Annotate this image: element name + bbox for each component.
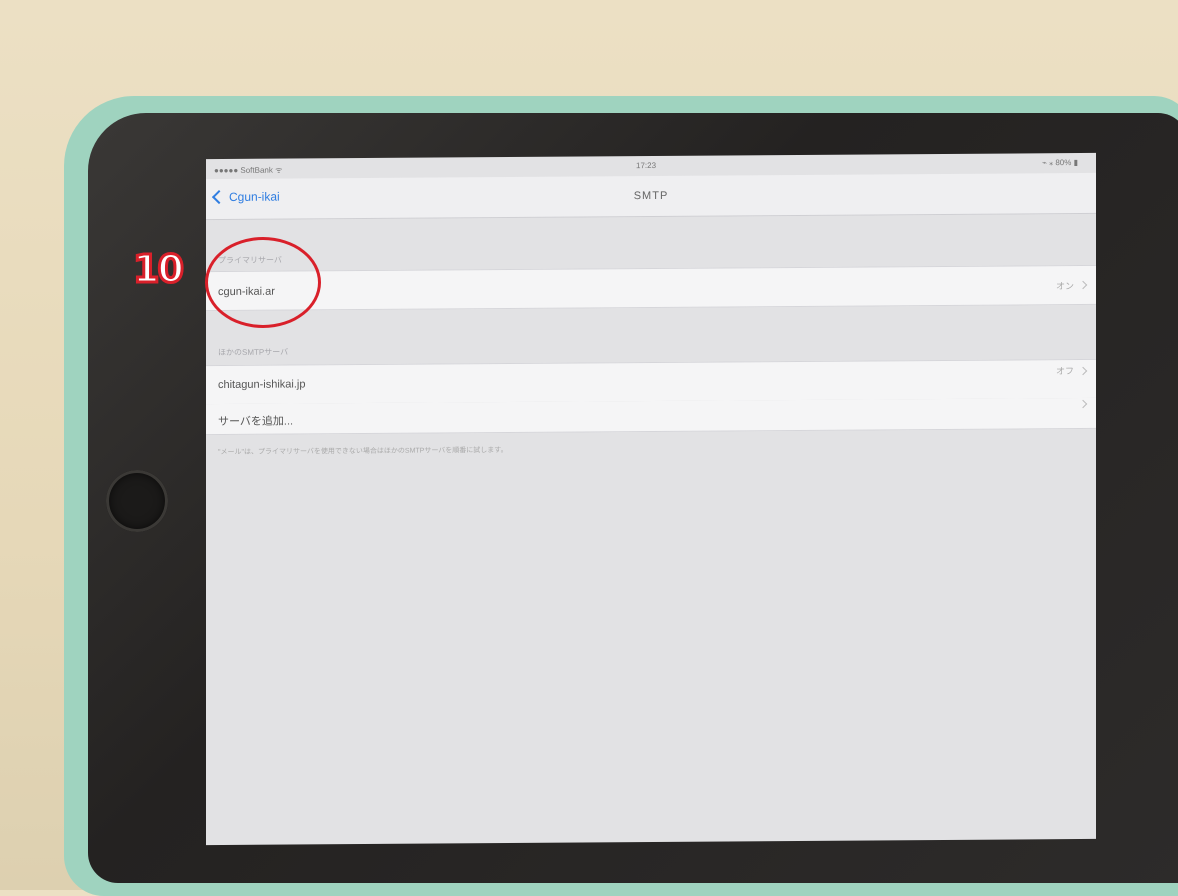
annotation-number: 10 bbox=[132, 246, 186, 293]
primary-server-status: オン bbox=[1055, 281, 1074, 292]
chevron-right-icon bbox=[1078, 366, 1088, 376]
navigation-bar: Cgun-ikai SMTP bbox=[206, 172, 1096, 221]
chevron-right-icon bbox=[1078, 280, 1088, 290]
add-server-label: サーバを追加... bbox=[218, 415, 294, 429]
battery-indicator: ⌁ ⁎ 80% ▮ bbox=[1042, 158, 1078, 168]
carrier-label: ●●●●● SoftBank ᯤ bbox=[214, 165, 283, 176]
primary-server-row[interactable]: cgun-ikai.ar オン bbox=[206, 264, 1096, 312]
chevron-right-icon bbox=[1078, 399, 1088, 409]
page-title: SMTP bbox=[633, 189, 669, 203]
other-server-name: chitagun-ishikai.jp bbox=[218, 378, 306, 392]
other-server-status: オフ bbox=[1055, 366, 1074, 377]
status-time: 17:23 bbox=[636, 160, 657, 171]
screen: ●●●●● SoftBank ᯤ 17:23 ⌁ ⁎ 80% ▮ Cgun-ik… bbox=[206, 152, 1096, 846]
annotation-circle bbox=[205, 237, 321, 328]
other-servers-header: ほかのSMTPサーバ bbox=[218, 347, 289, 358]
home-button[interactable] bbox=[106, 470, 168, 532]
footer-note: "メール"は、プライマリサーバを使用できない場合はほかのSMTPサーバを順番に試… bbox=[218, 447, 508, 457]
add-server-row[interactable]: サーバを追加... bbox=[206, 397, 1096, 436]
